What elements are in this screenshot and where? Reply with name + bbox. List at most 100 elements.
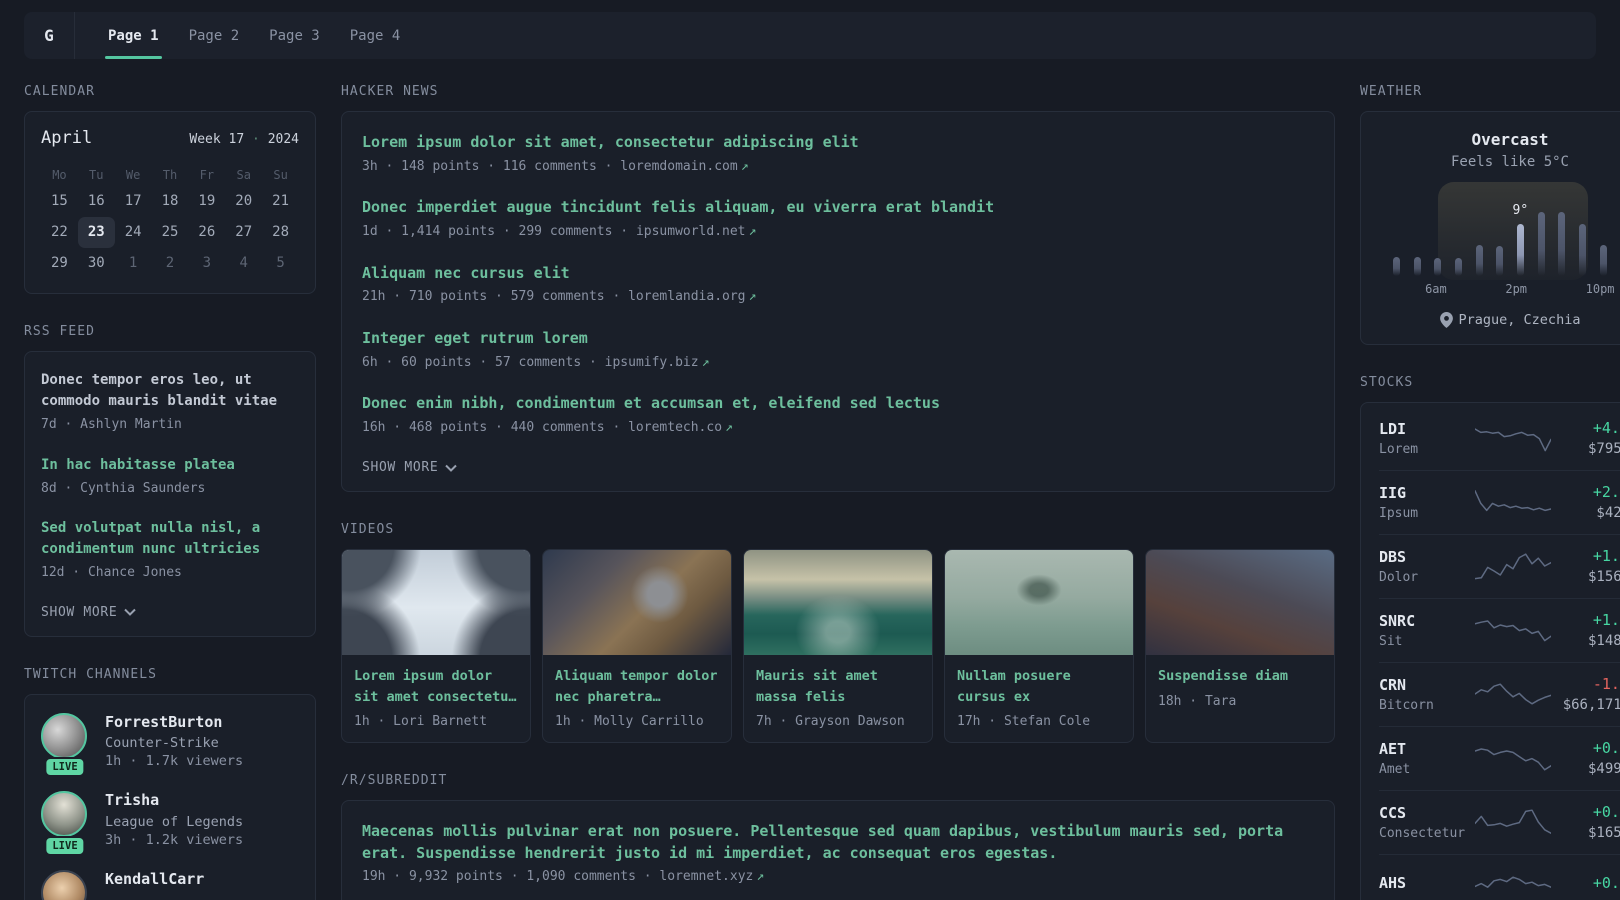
- video-thumbnail: [342, 550, 530, 656]
- calendar-day: 25: [161, 224, 179, 240]
- video-card[interactable]: Lorem ipsum dolor sit amet consectetu… 1…: [341, 549, 531, 743]
- video-thumbnail: [1146, 550, 1334, 656]
- calendar-weekday: Sa: [236, 168, 251, 182]
- hn-item: Donec enim nibh, condimentum et accumsan…: [362, 393, 1314, 437]
- tab-page-1[interactable]: Page 1: [95, 12, 172, 59]
- stock-row[interactable]: LDI Lorem +4.35% $795.18: [1379, 407, 1620, 470]
- stock-row[interactable]: AHS +0.46%: [1379, 854, 1620, 900]
- stock-row[interactable]: SNRC Sit +1.36% $148.64: [1379, 598, 1620, 662]
- stock-row[interactable]: DBS Dolor +1.42% $156.28: [1379, 534, 1620, 598]
- navbar: G Page 1 Page 2 Page 3 Page 4: [24, 12, 1596, 59]
- hn-domain-link[interactable]: ipsumworld.net ↗: [636, 224, 756, 239]
- tab-page-2[interactable]: Page 2: [176, 12, 253, 59]
- videos-widget: VIDEOS Lorem ipsum dolor sit amet consec…: [341, 522, 1335, 743]
- hackernews-widget: HACKER NEWS Lorem ipsum dolor sit amet, …: [341, 84, 1335, 493]
- hn-meta: 6h · 60 points · 57 comments · ipsumify.…: [362, 354, 710, 370]
- stock-price: $66,171.48: [1562, 697, 1620, 713]
- hn-title-link[interactable]: Lorem ipsum dolor sit amet, consectetur …: [362, 132, 1314, 154]
- hn-title-link[interactable]: Donec imperdiet augue tincidunt felis al…: [362, 197, 1314, 219]
- stock-change: -1.00%: [1592, 675, 1620, 693]
- tab-page-3[interactable]: Page 3: [256, 12, 333, 59]
- hn-domain-link[interactable]: loremdomain.com ↗: [620, 159, 748, 174]
- location-pin-icon: [1439, 312, 1453, 328]
- stock-ticker: CCS: [1379, 803, 1407, 822]
- calendar-day: 18: [161, 193, 179, 209]
- subreddit-section-title: /R/SUBREDDIT: [341, 772, 448, 788]
- videos-section-title: VIDEOS: [341, 522, 395, 538]
- hn-title-link[interactable]: Integer eget rutrum lorem: [362, 328, 1314, 350]
- stock-row[interactable]: AET Amet +0.92% $499.72: [1379, 726, 1620, 790]
- video-thumbnail: [945, 550, 1133, 656]
- video-card[interactable]: Suspendisse diam 18h · Tara: [1145, 549, 1335, 743]
- subreddit-widget: /R/SUBREDDIT Maecenas mollis pulvinar er…: [341, 773, 1335, 900]
- weather-hour-labels: 6am 2pm 10pm: [1425, 282, 1615, 296]
- calendar-day-grid: 15 16 17 18 19 20 21 22 23 24 25 26 27 28 29 30 1 2 3 4 5: [41, 186, 299, 279]
- twitch-channel-row[interactable]: LIVE ForrestBurton Counter-Strike 1h · 1…: [41, 712, 299, 777]
- video-card[interactable]: Nullam posuere cursus ex 17h · Stefan Co…: [944, 549, 1134, 743]
- hn-title-link[interactable]: Donec enim nibh, condimentum et accumsan…: [362, 393, 1314, 415]
- twitch-channel-category: League of Legends: [105, 813, 244, 830]
- twitch-channel-row[interactable]: LIVE KendallCarr: [41, 869, 299, 900]
- avatar: [41, 791, 87, 837]
- dashboard-page: G Page 1 Page 2 Page 3 Page 4 CALENDAR A…: [0, 0, 1620, 900]
- subreddit-domain-link[interactable]: loremnet.xyz ↗: [659, 869, 764, 884]
- rss-item-title-link[interactable]: Donec tempor eros leo, ut commodo mauris…: [41, 370, 299, 412]
- weather-section-title: WEATHER: [1360, 84, 1423, 99]
- weather-chart: 9° 6am 2pm 10pm: [1386, 182, 1620, 296]
- hn-show-more-button[interactable]: SHOW MORE: [362, 458, 458, 477]
- stock-sparkline: [1475, 804, 1551, 840]
- stock-ticker: SNRC: [1379, 611, 1416, 630]
- subreddit-post-title-link[interactable]: Maecenas mollis pulvinar erat non posuer…: [362, 821, 1314, 865]
- video-meta: 1h · Lori Barnett: [354, 713, 488, 729]
- twitch-widget: TWITCH CHANNELS LIVE ForrestBurton Count…: [24, 667, 316, 900]
- stock-row[interactable]: CRN Bitcorn -1.00% $66,171.48: [1379, 662, 1620, 726]
- stock-row[interactable]: IIG Ipsum +2.84% $42.04: [1379, 470, 1620, 534]
- stock-ticker: LDI: [1379, 419, 1407, 438]
- rss-widget: RSS FEED Donec tempor eros leo, ut commo…: [24, 324, 316, 637]
- calendar-weekday: Mo: [52, 168, 67, 182]
- video-strip: Lorem ipsum dolor sit amet consectetu… 1…: [341, 549, 1335, 743]
- rss-item-title-link[interactable]: Sed volutpat nulla nisl, a condimentum n…: [41, 518, 299, 560]
- video-title: Lorem ipsum dolor sit amet consectetu…: [354, 668, 517, 705]
- left-column: CALENDAR April Week 17 · 2024 Mo Tu We Th Fr…: [24, 84, 316, 900]
- calendar-day: 26: [198, 224, 216, 240]
- twitch-section-title: TWITCH CHANNELS: [24, 666, 157, 682]
- twitch-channel-name: Trisha: [105, 791, 160, 809]
- stock-row[interactable]: CCS Consectetur +0.51% $165.84: [1379, 790, 1620, 854]
- video-meta: 1h · Molly Carrillo: [555, 713, 704, 729]
- hn-domain-link[interactable]: ipsumify.biz ↗: [605, 355, 710, 370]
- weather-current-temp: 9°: [1512, 203, 1529, 218]
- video-thumbnail: [543, 550, 731, 656]
- stock-ticker: AHS: [1379, 874, 1407, 892]
- calendar-weekday: Su: [273, 168, 288, 182]
- calendar-section-title: CALENDAR: [24, 84, 95, 99]
- hn-meta: 16h · 468 points · 440 comments · loremt…: [362, 419, 733, 435]
- calendar-day: 2: [165, 255, 175, 271]
- hn-item: Aliquam nec cursus elit 21h · 710 points…: [362, 263, 1314, 307]
- logo-link[interactable]: G: [24, 12, 74, 59]
- video-title: Nullam posuere cursus ex: [957, 668, 1071, 705]
- calendar-day: 21: [272, 193, 289, 209]
- stock-name: Sit: [1379, 633, 1403, 649]
- video-title: Suspendisse diam: [1158, 668, 1289, 685]
- rss-item-title-link[interactable]: In hac habitasse platea: [41, 455, 299, 476]
- calendar-day: 30: [87, 255, 105, 271]
- stock-sparkline: [1475, 548, 1551, 584]
- stock-sparkline: [1475, 676, 1551, 712]
- tab-page-4[interactable]: Page 4: [337, 12, 414, 59]
- hn-domain-link[interactable]: loremtech.co ↗: [628, 420, 733, 435]
- hn-domain-link[interactable]: loremlandia.org ↗: [628, 289, 756, 304]
- avatar: [41, 712, 87, 759]
- hn-meta: 1d · 1,414 points · 299 comments · ipsum…: [362, 224, 757, 239]
- calendar-day: 5: [276, 255, 285, 271]
- calendar-day: 29: [50, 255, 68, 271]
- twitch-channel-row[interactable]: LIVE Trisha League of Legends 3h · 1.2k …: [41, 791, 299, 856]
- stock-name: Consectetur: [1379, 825, 1466, 841]
- rss-show-more-button[interactable]: SHOW MORE: [41, 603, 137, 622]
- video-meta: 7h · Grayson Dawson: [756, 713, 905, 729]
- stock-change: +1.36%: [1592, 611, 1620, 629]
- hn-title-link[interactable]: Aliquam nec cursus elit: [362, 263, 1314, 285]
- video-card[interactable]: Mauris sit amet massa felis 7h · Grayson…: [743, 549, 933, 743]
- stock-ticker: DBS: [1379, 547, 1407, 566]
- video-card[interactable]: Aliquam tempor dolor nec pharetra… 1h · …: [542, 549, 732, 743]
